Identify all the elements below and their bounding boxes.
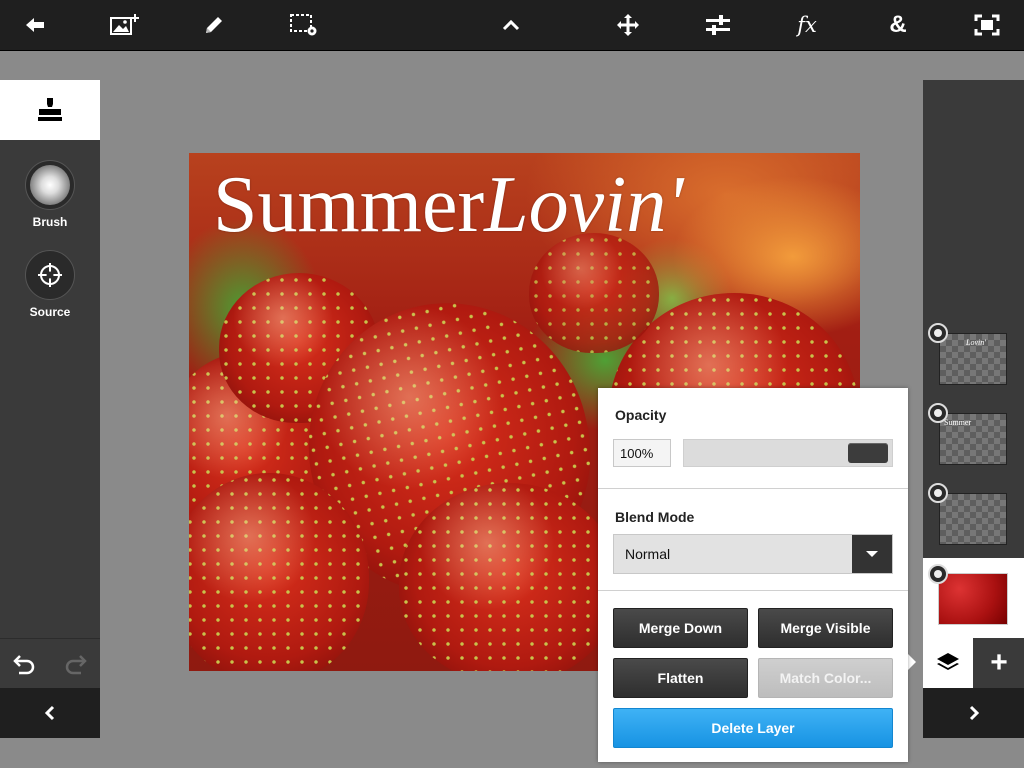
layer-thumbnail[interactable]: Lovin': [939, 333, 1007, 385]
chevron-up-icon[interactable]: [486, 0, 536, 50]
add-layer-button[interactable]: +: [974, 638, 1024, 688]
layer-visibility-toggle[interactable]: [928, 323, 948, 343]
ampersand-icon[interactable]: &: [873, 0, 923, 50]
layer-options-popup: Opacity 100% Blend Mode Normal Merge Dow…: [598, 388, 908, 762]
chevron-right-icon: [969, 705, 979, 721]
layers-button[interactable]: [923, 638, 973, 688]
blend-mode-label: Blend Mode: [615, 509, 695, 525]
layer-visibility-toggle[interactable]: [928, 564, 948, 584]
plus-icon: +: [990, 646, 1008, 679]
undo-redo-row: [0, 638, 100, 689]
layer-photo-thumbnail: [938, 573, 1008, 625]
layer-thumbnail[interactable]: Summer: [939, 413, 1007, 465]
blend-mode-select[interactable]: Normal: [613, 534, 893, 574]
clone-stamp-tool-button[interactable]: [0, 80, 100, 140]
redo-icon[interactable]: [62, 652, 88, 681]
match-color-button[interactable]: Match Color...: [758, 658, 893, 698]
chevron-left-icon: [44, 705, 55, 721]
pencil-icon[interactable]: [189, 0, 239, 50]
strawberry: [529, 233, 659, 353]
brush-tool[interactable]: Brush: [0, 160, 100, 229]
merge-down-button[interactable]: Merge Down: [613, 608, 748, 648]
fx-label: fx: [797, 13, 817, 37]
delete-layer-button[interactable]: Delete Layer: [613, 708, 893, 748]
layer-visibility-toggle[interactable]: [928, 483, 948, 503]
crosshair-icon: [25, 250, 75, 300]
divider: [598, 590, 908, 591]
fx-icon[interactable]: fx: [782, 0, 832, 50]
clone-stamp-icon: [38, 98, 62, 121]
collapse-left-button[interactable]: [0, 688, 100, 738]
ampersand-label: &: [889, 11, 907, 38]
back-arrow-icon[interactable]: [10, 0, 60, 50]
strawberry: [399, 483, 619, 671]
move-icon[interactable]: [603, 0, 653, 50]
opacity-label: Opacity: [615, 407, 667, 423]
layer-thumbnail[interactable]: [939, 493, 1007, 545]
source-label: Source: [29, 305, 71, 319]
layers-icon: [937, 653, 959, 670]
top-toolbar: fx &: [0, 0, 1024, 51]
brush-label: Brush: [32, 215, 68, 229]
fit-screen-icon[interactable]: [962, 0, 1012, 50]
selection-settings-icon[interactable]: [279, 0, 329, 50]
blend-mode-value: Normal: [625, 546, 671, 562]
canvas-title-text: SummerLovin': [213, 161, 684, 249]
adjustments-icon[interactable]: [693, 0, 743, 50]
brush-preview-icon: [25, 160, 75, 210]
layers-panel: Lovin' Summer +: [923, 80, 1024, 738]
flatten-button[interactable]: Flatten: [613, 658, 748, 698]
layer-visibility-toggle[interactable]: [928, 403, 948, 423]
opacity-slider[interactable]: [683, 439, 893, 467]
chevron-down-icon[interactable]: [852, 535, 892, 573]
source-tool[interactable]: Source: [0, 250, 100, 319]
undo-icon[interactable]: [12, 652, 38, 681]
opacity-slider-handle[interactable]: [848, 443, 888, 463]
selected-layer[interactable]: [923, 558, 1024, 638]
collapse-right-button[interactable]: [923, 688, 1024, 738]
add-image-icon[interactable]: [100, 0, 150, 50]
divider: [598, 488, 908, 489]
left-tool-panel: Brush Source: [0, 80, 100, 738]
merge-visible-button[interactable]: Merge Visible: [758, 608, 893, 648]
opacity-value-field[interactable]: 100%: [613, 439, 671, 467]
